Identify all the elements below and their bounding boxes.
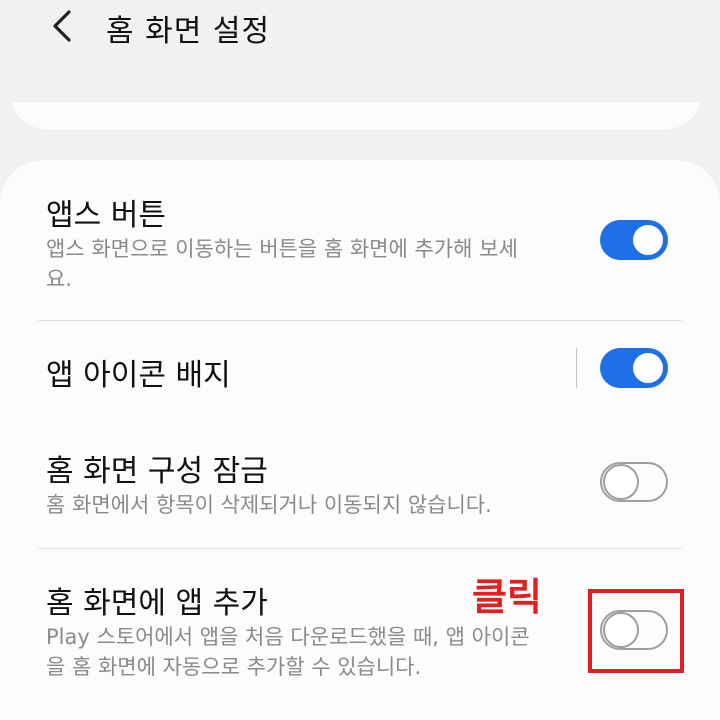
- app-icon-badge-toggle[interactable]: [600, 348, 668, 388]
- vertical-separator: [576, 348, 577, 388]
- setting-title: 앱 아이콘 배지: [46, 358, 231, 393]
- setting-description: 앱스 화면으로 이동하는 버튼을 홈 화면에 추가해 보세요.: [46, 237, 518, 291]
- setting-row-app-icon-badge[interactable]: 앱 아이콘 배지: [0, 322, 720, 418]
- click-annotation-label: 클릭: [472, 575, 542, 619]
- header-bar: 홈 화면 설정: [0, 0, 720, 60]
- setting-description: 홈 화면에서 항목이 삭제되거나 이동되지 않습니다.: [46, 493, 492, 517]
- setting-title: 앱스 버튼: [46, 198, 166, 233]
- lock-home-layout-toggle[interactable]: [600, 462, 668, 502]
- divider: [38, 548, 682, 549]
- chevron-left-icon: [53, 10, 71, 42]
- setting-row-apps-button[interactable]: 앱스 버튼 앱스 화면으로 이동하는 버튼을 홈 화면에 추가해 보세요.: [0, 188, 720, 318]
- toggle-knob: [630, 222, 666, 258]
- toggle-knob: [630, 350, 666, 386]
- previous-card: [12, 100, 700, 130]
- setting-title: 홈 화면에 앱 추가: [46, 586, 268, 621]
- click-highlight-box: [588, 589, 684, 673]
- setting-row-lock-home-layout[interactable]: 홈 화면 구성 잠금 홈 화면에서 항목이 삭제되거나 이동되지 않습니다.: [0, 440, 720, 548]
- apps-button-toggle[interactable]: [600, 220, 668, 260]
- toggle-knob: [603, 464, 639, 500]
- divider: [38, 320, 682, 321]
- setting-description: Play 스토어에서 앱을 처음 다운로드했을 때, 앱 아이콘을 홈 화면에 …: [46, 625, 530, 679]
- page-title: 홈 화면 설정: [106, 14, 271, 49]
- back-button[interactable]: [40, 4, 84, 48]
- setting-title: 홈 화면 구성 잠금: [46, 454, 268, 489]
